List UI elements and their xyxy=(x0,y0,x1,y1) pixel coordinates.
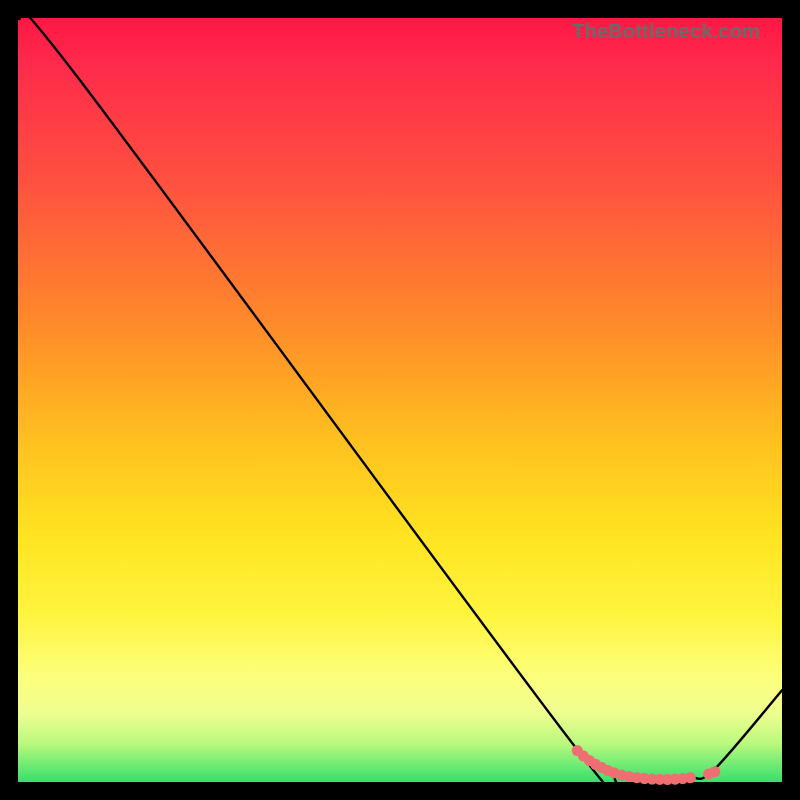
chart-stage: TheBottleneck.com xyxy=(0,0,800,800)
curve-layer xyxy=(18,18,782,782)
plot-area: TheBottleneck.com xyxy=(18,18,782,782)
marker-dot xyxy=(685,772,696,783)
bottleneck-curve xyxy=(17,7,782,800)
marker-dot xyxy=(709,766,720,777)
